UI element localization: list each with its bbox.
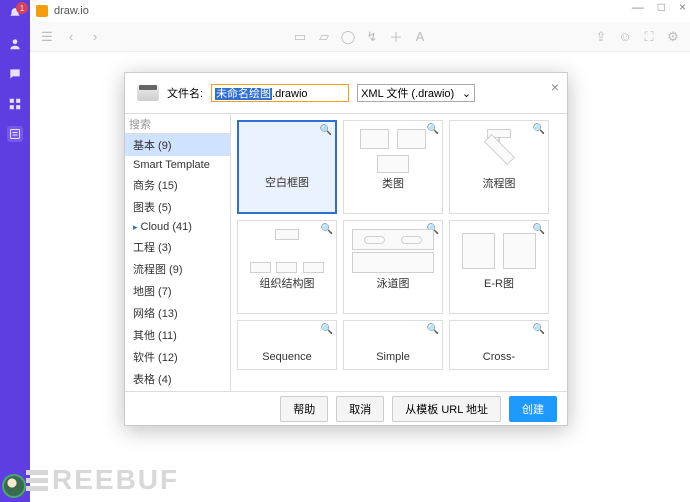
category-item[interactable]: Smart Template xyxy=(125,156,230,174)
grid-icon[interactable] xyxy=(7,96,23,112)
template-simple[interactable]: 🔍Simple xyxy=(343,320,443,370)
dialog-close-button[interactable]: × xyxy=(551,79,559,95)
magnify-icon[interactable]: 🔍 xyxy=(427,324,439,335)
disk-icon xyxy=(137,85,159,101)
chat-icon[interactable] xyxy=(7,66,23,82)
filename-input[interactable]: 未命名绘图.drawio xyxy=(211,84,349,102)
minimize-button[interactable]: ― xyxy=(632,0,644,14)
share-icon[interactable]: ⇪ xyxy=(594,30,608,44)
chevron-down-icon: ⌄ xyxy=(462,87,471,100)
magnify-icon[interactable]: 🔍 xyxy=(533,324,545,335)
notification-icon[interactable]: 1 xyxy=(7,6,23,22)
chevron-right-icon[interactable]: › xyxy=(88,30,102,44)
category-item[interactable]: 工程 (3) xyxy=(125,236,230,258)
template-sequence[interactable]: 🔍Sequence xyxy=(237,320,337,370)
magnify-icon[interactable]: 🔍 xyxy=(320,125,332,136)
create-button[interactable]: 创建 xyxy=(509,396,557,422)
category-column: 搜索 基本 (9) Smart Template 商务 (15) 图表 (5) … xyxy=(125,114,231,391)
route-tool-icon[interactable]: ↯ xyxy=(365,30,379,44)
category-item[interactable]: 其他 (11) xyxy=(125,324,230,346)
category-list[interactable]: 基本 (9) Smart Template 商务 (15) 图表 (5) ▸Cl… xyxy=(125,134,230,391)
filetype-select[interactable]: XML 文件 (.drawio)⌄ xyxy=(357,84,475,102)
category-item[interactable]: 流程图 (9) xyxy=(125,258,230,280)
template-er[interactable]: 🔍 E-R图 xyxy=(449,220,549,314)
chevron-left-icon[interactable]: ‹ xyxy=(64,30,78,44)
layout-icon[interactable] xyxy=(7,126,23,142)
watermark: REEBUF xyxy=(26,464,179,496)
category-item[interactable]: ▸Cloud (41) xyxy=(125,218,230,236)
collab-icon[interactable]: ☺ xyxy=(618,30,632,44)
window-title: draw.io xyxy=(54,5,89,17)
dialog-header: 文件名: 未命名绘图.drawio XML 文件 (.drawio)⌄ × xyxy=(125,73,567,113)
rect-tool-icon[interactable]: ▭ xyxy=(293,30,307,44)
plus-tool-icon[interactable]: ＋ xyxy=(389,30,403,44)
filename-label: 文件名: xyxy=(167,85,203,101)
from-url-button[interactable]: 从模板 URL 地址 xyxy=(392,396,501,422)
menu-icon[interactable]: ☰ xyxy=(40,30,54,44)
template-class[interactable]: 🔍 类图 xyxy=(343,120,443,214)
category-item[interactable]: 基本 (9) xyxy=(125,134,230,156)
close-window-button[interactable]: × xyxy=(679,0,686,14)
cancel-button[interactable]: 取消 xyxy=(336,396,384,422)
template-cross[interactable]: 🔍Cross- xyxy=(449,320,549,370)
avatar[interactable] xyxy=(2,474,26,498)
app-sidebar: 1 xyxy=(0,0,30,502)
user-icon[interactable] xyxy=(7,36,23,52)
template-blank[interactable]: 🔍空白框图 xyxy=(237,120,337,214)
ellipse-tool-icon[interactable]: ◯ xyxy=(341,30,355,44)
category-item[interactable]: 软件 (12) xyxy=(125,346,230,368)
template-flowchart[interactable]: 🔍 流程图 xyxy=(449,120,549,214)
magnify-icon[interactable]: 🔍 xyxy=(321,324,333,335)
title-bar: draw.io ― □ × xyxy=(30,0,690,22)
app-logo-icon xyxy=(36,5,48,17)
expand-icon: ▸ xyxy=(133,222,138,232)
notification-badge: 1 xyxy=(16,2,28,14)
category-item[interactable]: 商务 (15) xyxy=(125,174,230,196)
new-file-dialog: 文件名: 未命名绘图.drawio XML 文件 (.drawio)⌄ × 搜索… xyxy=(124,72,568,426)
settings-icon[interactable]: ⚙ xyxy=(666,30,680,44)
help-button[interactable]: 帮助 xyxy=(280,396,328,422)
template-swimlane[interactable]: 🔍 泳道图 xyxy=(343,220,443,314)
template-grid: 🔍空白框图 🔍 类图 🔍 流程图 🔍 组织结构图 🔍 泳道图 🔍 E- xyxy=(231,114,567,391)
fullscreen-icon[interactable]: ⛶ xyxy=(642,30,656,44)
maximize-button[interactable]: □ xyxy=(658,0,665,14)
text-tool-icon[interactable]: A xyxy=(413,30,427,44)
page-tool-icon[interactable]: ▱ xyxy=(317,30,331,44)
toolbar: ☰ ‹ › ▭ ▱ ◯ ↯ ＋ A ⇪ ☺ ⛶ ⚙ xyxy=(30,22,690,52)
category-item[interactable]: 网络 (13) xyxy=(125,302,230,324)
category-item[interactable]: 地图 (7) xyxy=(125,280,230,302)
dialog-footer: 帮助 取消 从模板 URL 地址 创建 xyxy=(125,391,567,425)
category-item[interactable]: 表格 (4) xyxy=(125,368,230,390)
template-org[interactable]: 🔍 组织结构图 xyxy=(237,220,337,314)
category-item[interactable]: 图表 (5) xyxy=(125,196,230,218)
search-input[interactable]: 搜索 xyxy=(125,114,230,134)
